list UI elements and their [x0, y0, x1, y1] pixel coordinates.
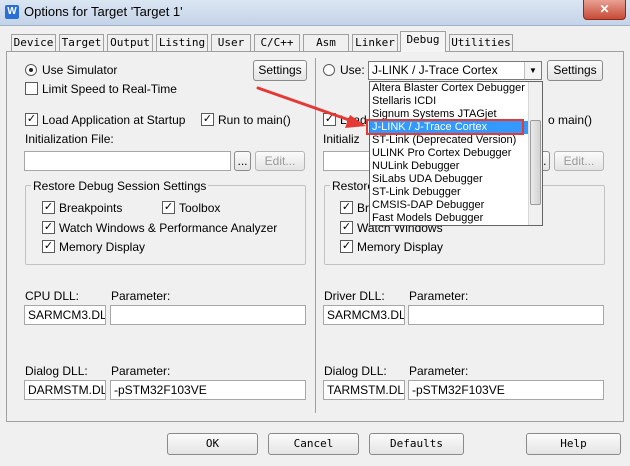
tab-listing[interactable]: Listing: [156, 34, 208, 51]
right-load-app-checkbox[interactable]: ✓: [323, 113, 336, 126]
tab-utilities[interactable]: Utilities: [449, 34, 513, 51]
title-bar: W Options for Target 'Target 1' ✕: [0, 0, 630, 26]
dropdown-item[interactable]: ST-Link Debugger: [370, 186, 528, 199]
dropdown-item[interactable]: ULINK Pro Cortex Debugger: [370, 147, 528, 160]
right-run-to-main-label: o main(): [548, 113, 593, 127]
dialog-dll-input[interactable]: DARMSTM.DLL: [24, 380, 106, 400]
dropdown-item[interactable]: Stellaris ICDI: [370, 95, 528, 108]
dropdown-item[interactable]: Altera Blaster Cortex Debugger: [370, 82, 528, 95]
right-dialog-dll-label: Dialog DLL:: [324, 364, 387, 378]
defaults-button[interactable]: Defaults: [369, 433, 464, 455]
right-dialog-param-label: Parameter:: [409, 364, 469, 378]
debug-driver-select[interactable]: J-LINK / J-Trace Cortex ▼: [368, 61, 542, 80]
tab-asm[interactable]: Asm: [303, 34, 349, 51]
window-title: Options for Target 'Target 1': [24, 4, 183, 19]
tab-device[interactable]: Device: [11, 34, 56, 51]
watch-windows-checkbox[interactable]: ✓: [42, 221, 55, 234]
simulator-settings-button[interactable]: Settings: [253, 60, 307, 81]
use-simulator-radio[interactable]: [25, 64, 37, 76]
init-file-label: Initialization File:: [25, 132, 114, 146]
cpu-dll-label: CPU DLL:: [25, 289, 80, 303]
debug-driver-value: J-LINK / J-Trace Cortex: [372, 63, 498, 77]
driver-dll-input[interactable]: SARMCM3.DLL: [323, 305, 405, 325]
tab-output[interactable]: Output: [107, 34, 153, 51]
right-init-file-label: Initializ: [323, 132, 360, 146]
column-separator: [315, 58, 316, 413]
ok-button[interactable]: OK: [167, 433, 258, 455]
cpu-dll-input[interactable]: SARMCM3.DLL: [24, 305, 106, 325]
tab-debug[interactable]: Debug: [400, 31, 446, 52]
dialog-dll-label: Dialog DLL:: [25, 364, 88, 378]
driver-dll-label: Driver DLL:: [324, 289, 385, 303]
right-dialog-dll-input[interactable]: TARMSTM.DLL: [323, 380, 405, 400]
memory-display-checkbox[interactable]: ✓: [42, 240, 55, 253]
use-driver-radio[interactable]: [323, 64, 335, 76]
driver-param-input[interactable]: [408, 305, 604, 325]
init-file-input[interactable]: [24, 151, 231, 171]
right-memory-display-checkbox[interactable]: ✓: [340, 240, 353, 253]
load-app-checkbox[interactable]: ✓: [25, 113, 38, 126]
tab-linker[interactable]: Linker: [352, 34, 398, 51]
right-memory-display-label: Memory Display: [357, 240, 444, 254]
use-simulator-label: Use Simulator: [42, 63, 118, 77]
init-file-edit-button[interactable]: Edit...: [255, 151, 305, 171]
run-to-main-label: Run to main(): [218, 113, 291, 127]
restore-settings-title: Restore Debug Session Settings: [31, 179, 209, 193]
tab-cc[interactable]: C/C++: [254, 34, 300, 51]
use-driver-label: Use:: [340, 63, 365, 77]
right-breakpoints-checkbox[interactable]: ✓: [340, 201, 353, 214]
run-to-main-checkbox[interactable]: ✓: [201, 113, 214, 126]
memory-display-label: Memory Display: [59, 240, 146, 254]
close-button[interactable]: ✕: [583, 0, 626, 20]
breakpoints-checkbox[interactable]: ✓: [42, 201, 55, 214]
toolbox-label: Toolbox: [179, 201, 221, 215]
debug-driver-dropdown[interactable]: Altera Blaster Cortex Debugger Stellaris…: [369, 81, 543, 226]
tab-target[interactable]: Target: [59, 34, 104, 51]
dropdown-scrollbar[interactable]: [528, 82, 542, 225]
driver-param-label: Parameter:: [409, 289, 469, 303]
dropdown-item[interactable]: Fast Models Debugger: [370, 212, 528, 225]
driver-settings-button[interactable]: Settings: [547, 60, 603, 81]
chevron-down-icon[interactable]: ▼: [524, 62, 541, 79]
dropdown-item[interactable]: CMSIS-DAP Debugger: [370, 199, 528, 212]
init-file-browse-button[interactable]: ...: [234, 151, 251, 171]
dropdown-item[interactable]: NULink Debugger: [370, 160, 528, 173]
right-load-app-label: Load: [340, 113, 367, 127]
tab-user[interactable]: User: [211, 34, 251, 51]
help-button[interactable]: Help: [526, 433, 621, 455]
toolbox-checkbox[interactable]: ✓: [162, 201, 175, 214]
breakpoints-label: Breakpoints: [59, 201, 123, 215]
right-watch-windows-checkbox[interactable]: ✓: [340, 221, 353, 234]
limit-speed-label: Limit Speed to Real-Time: [42, 82, 177, 96]
cancel-button[interactable]: Cancel: [268, 433, 359, 455]
load-app-label: Load Application at Startup: [42, 113, 186, 127]
annotation-highlight-box: [366, 119, 524, 135]
cpu-param-input[interactable]: [110, 305, 306, 325]
dropdown-item[interactable]: SiLabs UDA Debugger: [370, 173, 528, 186]
dropdown-item[interactable]: ST-Link (Deprecated Version): [370, 134, 528, 147]
cpu-param-label: Parameter:: [111, 289, 171, 303]
dropdown-scrollbar-thumb[interactable]: [530, 120, 541, 205]
dialog-param-input[interactable]: -pSTM32F103VE: [110, 380, 306, 400]
limit-speed-checkbox[interactable]: [25, 82, 38, 95]
app-icon: W: [5, 5, 19, 19]
watch-windows-label: Watch Windows & Performance Analyzer: [59, 221, 278, 235]
right-init-file-edit-button[interactable]: Edit...: [554, 151, 604, 171]
dialog-param-label: Parameter:: [111, 364, 171, 378]
right-dialog-param-input[interactable]: -pSTM32F103VE: [408, 380, 604, 400]
